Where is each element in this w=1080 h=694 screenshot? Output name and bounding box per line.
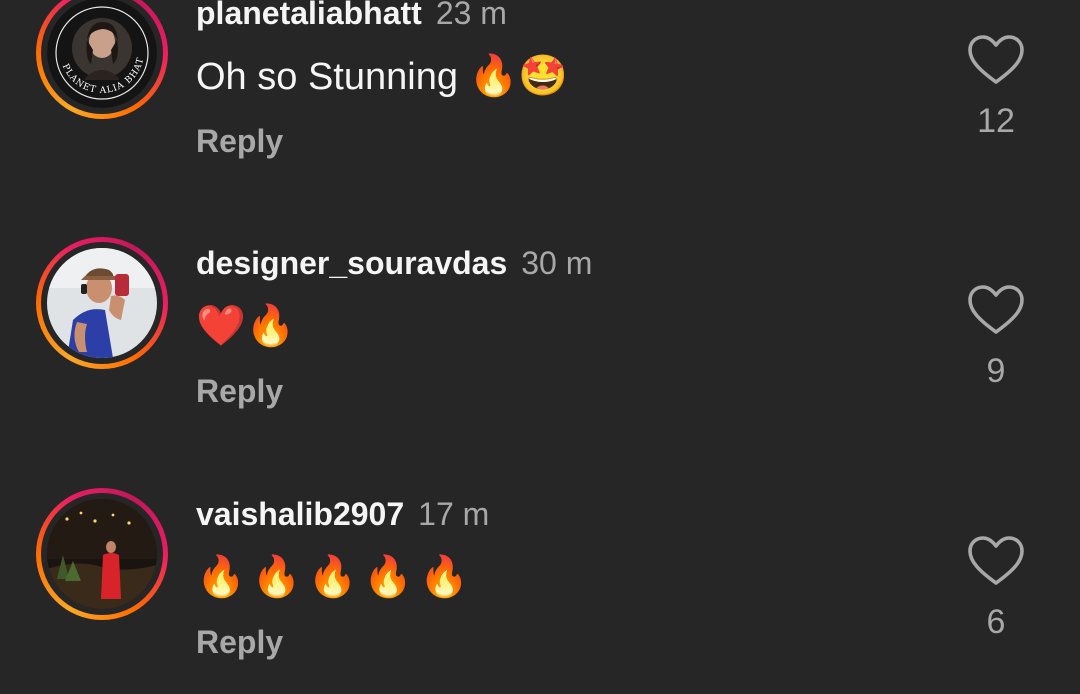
comment-header: designer_souravdas 30 m: [196, 245, 592, 282]
comment-header: vaishalib2907 17 m: [196, 496, 489, 533]
username-link[interactable]: planetaliabhatt: [196, 0, 422, 31]
timestamp: 17 m: [418, 496, 490, 532]
reply-button[interactable]: Reply: [196, 123, 283, 160]
reply-button[interactable]: Reply: [196, 624, 283, 661]
like-count[interactable]: 12: [946, 102, 1046, 141]
comment-emojis: 🔥🔥🔥🔥🔥: [196, 555, 476, 599]
story-ring[interactable]: [36, 488, 168, 620]
heart-outline-icon[interactable]: [966, 34, 1026, 86]
comment-item: designer_souravdas 30 m ❤️🔥 Reply 9: [0, 200, 1080, 409]
heart-outline-icon[interactable]: [966, 535, 1026, 587]
comment-text: Oh so Stunning 🔥🤩: [196, 52, 568, 101]
avatar[interactable]: PLANET ALIA BHATT: [47, 0, 157, 108]
comment-emojis: 🔥🤩: [468, 54, 569, 98]
comments-list: PLANET ALIA BHATT planetaliabhatt 23 m Oh…: [0, 0, 1080, 694]
username-link[interactable]: vaishalib2907: [196, 496, 404, 532]
username-link[interactable]: designer_souravdas: [196, 245, 507, 281]
avatar-image: PLANET ALIA BHATT: [47, 0, 157, 108]
story-ring[interactable]: [36, 237, 168, 369]
comment-body: Oh so Stunning: [196, 56, 458, 98]
heart-outline-icon[interactable]: [966, 284, 1026, 336]
like-count[interactable]: 6: [946, 603, 1046, 642]
comment-item: vaishalib2907 17 m 🔥🔥🔥🔥🔥 Reply 6: [0, 451, 1080, 660]
timestamp: 23 m: [435, 0, 507, 31]
avatar[interactable]: [47, 248, 157, 358]
comment-text: 🔥🔥🔥🔥🔥: [196, 553, 475, 602]
avatar-image: [47, 499, 157, 609]
avatar[interactable]: [47, 499, 157, 609]
story-ring[interactable]: PLANET ALIA BHATT: [36, 0, 168, 119]
comment-header: planetaliabhatt 23 m: [196, 0, 507, 32]
like-count[interactable]: 9: [946, 352, 1046, 391]
comment-emojis: ❤️🔥: [196, 304, 296, 348]
avatar-image: [47, 248, 157, 358]
reply-button[interactable]: Reply: [196, 373, 283, 410]
timestamp: 30 m: [521, 245, 593, 281]
comment-item: PLANET ALIA BHATT planetaliabhatt 23 m Oh…: [0, 0, 1080, 159]
comment-text: ❤️🔥: [196, 302, 296, 351]
